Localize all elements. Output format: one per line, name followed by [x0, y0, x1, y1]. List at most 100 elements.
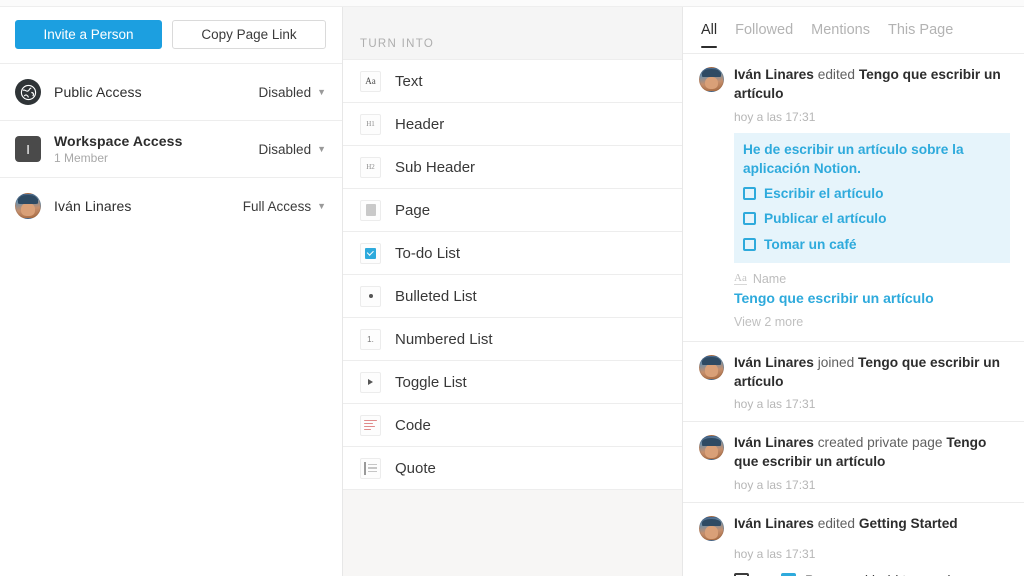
update-item[interactable]: Iván Linares created private page Tengo … [683, 422, 1024, 504]
chevron-down-icon: ▼ [317, 200, 326, 211]
checkbox-icon[interactable] [743, 212, 756, 226]
workspace-icon-letter: I [26, 141, 30, 157]
public-access-texts: Public Access [54, 84, 259, 100]
public-access-row[interactable]: Public Access Disabled ▼ [0, 63, 342, 120]
update-action: edited [817, 516, 855, 532]
update-item[interactable]: Iván Linares edited Tengo que escribir u… [683, 54, 1024, 342]
number-one-icon: 1. [360, 328, 381, 350]
workspace-access-label: Workspace Access [54, 133, 183, 149]
highlight-title: He de escribir un artículo sobre la apli… [743, 141, 964, 176]
workspace-access-value: Disabled [258, 141, 312, 157]
turn-into-item-label: To-do List [395, 244, 461, 262]
highlight-todo-label: Publicar el artículo [764, 211, 887, 227]
user-name: Iván Linares [54, 198, 132, 214]
share-actions: Invite a Person Copy Page Link [0, 7, 342, 63]
diff-text-value: Press and hold to reorder anything (when… [805, 572, 999, 576]
update-text: Iván Linares joined Tengo que escribir u… [734, 354, 1010, 392]
turn-into-item-header[interactable]: H1 Header [343, 102, 682, 145]
turn-into-item-quote[interactable]: Quote [343, 446, 682, 489]
update-action: edited [817, 67, 855, 82]
update-header: Iván Linares joined Tengo que escribir u… [699, 354, 1010, 392]
public-access-value-dropdown[interactable]: Disabled ▼ [259, 85, 326, 100]
update-action: joined [817, 354, 855, 370]
tab-all[interactable]: All [701, 22, 718, 48]
turn-into-panel: TURN INTO Aa Text H1 Header H2 Sub Heade… [343, 0, 683, 576]
highlight-todo-label: Tomar un café [764, 236, 857, 252]
workspace-access-texts: Workspace Access 1 Member [54, 133, 259, 165]
avatar [699, 435, 724, 461]
copy-page-link-button[interactable]: Copy Page Link [172, 20, 326, 49]
updates-tabs: All Followed Mentions This Page [683, 7, 1024, 54]
turn-into-item-sub-header[interactable]: H2 Sub Header [343, 145, 682, 188]
text-aa-icon: Aa [360, 70, 381, 92]
update-header: Iván Linares edited Tengo que escribir u… [699, 66, 1010, 104]
user-access-texts: Iván Linares [54, 198, 243, 214]
public-access-value: Disabled [258, 84, 312, 100]
update-diff-row: → Press and hold to reorder anything (wh… [734, 571, 1010, 576]
turn-into-title: TURN INTO [360, 38, 435, 50]
property-row: Aa Name [734, 272, 1010, 286]
highlight-todo-label: Escribir el artículo [764, 186, 884, 202]
turn-into-empty-area [343, 489, 682, 576]
diff-text: Press and hold to reorder anything (when… [805, 571, 1010, 576]
chevron-down-icon: ▼ [317, 86, 326, 97]
user-access-value-dropdown[interactable]: Full Access ▼ [243, 199, 326, 214]
update-timestamp: hoy a las 17:31 [734, 109, 816, 124]
turn-into-item-label: Code [395, 416, 431, 434]
turn-into-item-text[interactable]: Aa Text [343, 59, 682, 102]
turn-into-item-label: Numbered List [395, 330, 493, 348]
highlight-todo-item[interactable]: Tomar un café [743, 235, 1001, 254]
turn-into-item-label: Toggle List [395, 373, 467, 391]
header-h1-icon: H1 [360, 113, 381, 135]
user-access-value: Full Access [242, 198, 312, 214]
page-document-icon [360, 199, 381, 221]
checkbox-icon [360, 242, 381, 264]
turn-into-item-label: Header [395, 115, 445, 133]
quote-icon [360, 457, 381, 479]
code-icon [360, 414, 381, 436]
update-header: Iván Linares edited Getting Started [699, 515, 1010, 542]
turn-into-item-numbered-list[interactable]: 1. Numbered List [343, 317, 682, 360]
invite-a-person-button[interactable]: Invite a Person [15, 20, 163, 49]
turn-into-item-label: Bulleted List [395, 287, 477, 305]
avatar [15, 193, 41, 219]
updates-panel: All Followed Mentions This Page Iván Lin… [683, 0, 1024, 576]
tab-followed[interactable]: Followed [735, 22, 793, 47]
turn-into-header: TURN INTO [343, 7, 682, 59]
user-access-row[interactable]: Iván Linares Full Access ▼ [0, 177, 342, 234]
cut-off-top-bar [0, 0, 1024, 7]
turn-into-item-toggle-list[interactable]: Toggle List [343, 360, 682, 403]
share-panel: Invite a Person Copy Page Link Public Ac… [0, 0, 343, 576]
update-item[interactable]: Iván Linares joined Tengo que escribir u… [683, 342, 1024, 423]
turn-into-item-bulleted-list[interactable]: Bulleted List [343, 274, 682, 317]
turn-into-item-label: Page [395, 201, 431, 219]
tab-mentions[interactable]: Mentions [811, 22, 870, 47]
turn-into-item-to-do-list[interactable]: To-do List [343, 231, 682, 274]
update-timestamp: hoy a las 17:31 [734, 397, 816, 412]
checkbox-icon[interactable] [743, 187, 756, 201]
text-aa-icon: Aa [734, 272, 747, 286]
turn-into-item-code[interactable]: Code [343, 403, 682, 446]
update-timestamp: hoy a las 17:31 [734, 478, 816, 493]
turn-into-item-label: Sub Header [395, 158, 476, 176]
property-label: Name [752, 271, 787, 286]
highlight-todo-item[interactable]: Escribir el artículo [743, 184, 1001, 203]
workspace-access-row[interactable]: I Workspace Access 1 Member Disabled ▼ [0, 120, 342, 177]
tab-this-page[interactable]: This Page [888, 22, 953, 47]
workspace-member-count: 1 Member [54, 151, 109, 165]
update-timestamp: hoy a las 17:31 [734, 547, 816, 562]
update-header: Iván Linares created private page Tengo … [699, 434, 1010, 472]
turn-into-item-page[interactable]: Page [343, 188, 682, 231]
bullet-icon [360, 285, 381, 307]
update-text: Iván Linares edited Getting Started [734, 515, 964, 541]
checkbox-icon[interactable] [743, 237, 756, 251]
update-item[interactable]: Iván Linares edited Getting Started hoy … [683, 503, 1024, 576]
view-more-link[interactable]: View 2 more [734, 315, 1010, 329]
update-actor: Iván Linares [734, 435, 814, 451]
update-action: created private page [817, 435, 943, 451]
highlight-todo-item[interactable]: Publicar el artículo [743, 209, 1001, 228]
turn-into-item-label: Text [395, 72, 423, 90]
workspace-access-value-dropdown[interactable]: Disabled ▼ [259, 142, 326, 157]
update-text: Iván Linares edited Tengo que escribir u… [734, 66, 1010, 104]
avatar [699, 354, 724, 380]
